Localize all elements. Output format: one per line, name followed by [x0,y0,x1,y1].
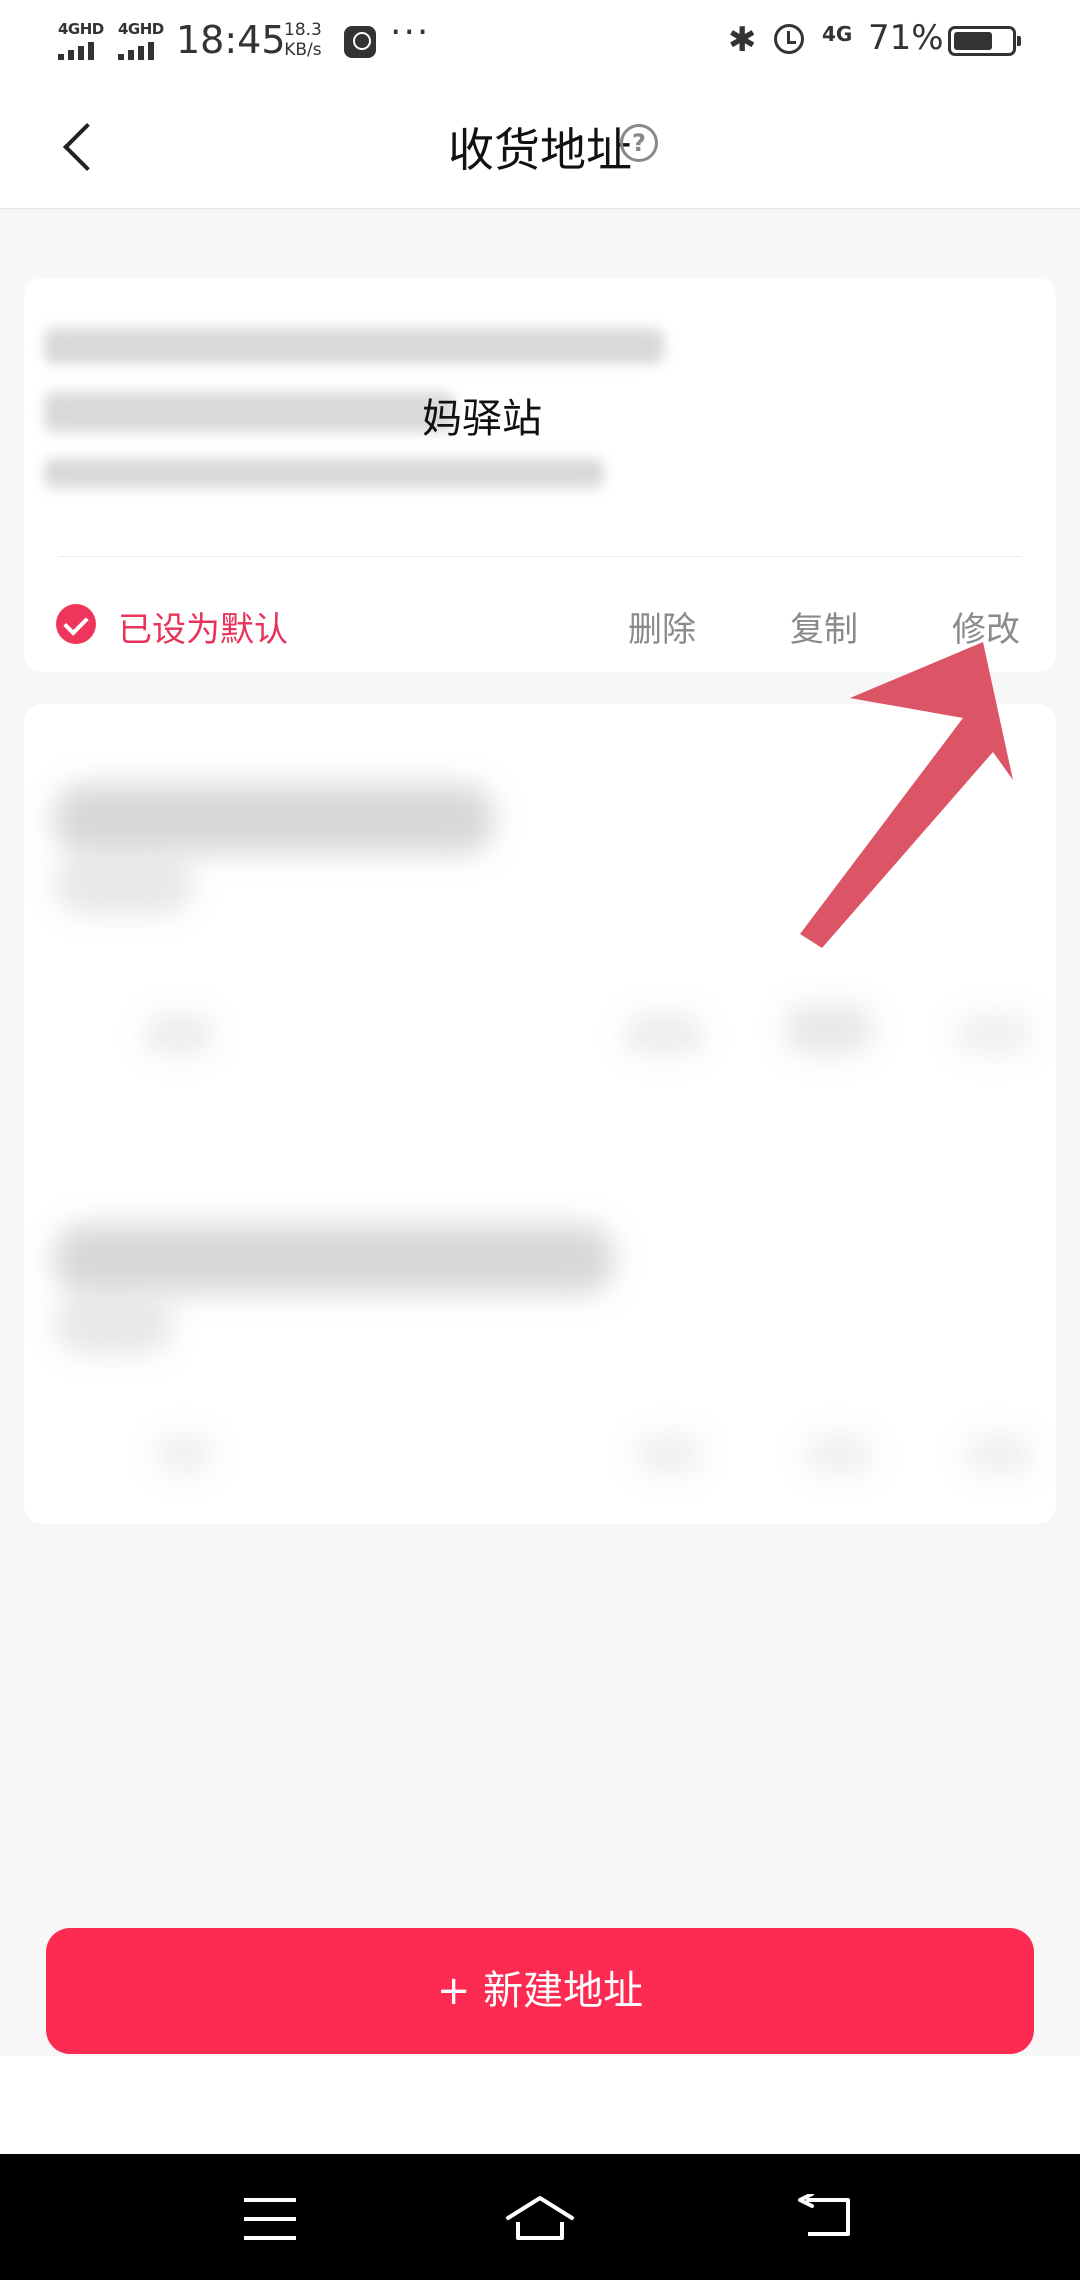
more-notifications-icon: ··· [390,12,431,53]
new-address-button[interactable]: + 新建地址 [46,1928,1034,2054]
blurred-address-card [24,704,1056,1524]
delete-button[interactable]: 删除 [628,602,696,651]
page-title-text: 收货地址 [448,123,632,177]
back-nav-icon[interactable] [796,2194,852,2240]
blurred-block [144,1014,214,1054]
bottom-spacer [0,2056,1080,2154]
blurred-block [784,1004,874,1054]
redacted-address-line-1 [44,328,664,364]
check-icon [56,604,96,644]
blurred-block [54,854,194,914]
edit-button[interactable]: 修改 [952,602,1020,651]
redacted-address-line-2 [44,392,454,432]
page-title: 收货地址 [0,114,1080,180]
battery-fill [954,32,993,50]
network-type: 4G [822,22,853,46]
recent-apps-icon[interactable] [244,2198,296,2240]
copy-button[interactable]: 复制 [790,602,858,651]
blurred-block [624,1014,704,1054]
address-card: 妈驿站 已设为默认 删除 复制 修改 [24,278,1056,672]
card-divider [58,556,1022,557]
default-label: 已设为默认 [118,610,288,650]
speed-value: 18.3 [284,20,322,40]
clock: 18:45 [176,18,286,62]
blurred-block [804,1434,874,1474]
status-bar: 4GHD 4GHD 18:45 18.3 KB/s ··· ✱ 4G 71% [0,0,1080,82]
blurred-block [54,1294,174,1354]
address-line-2-visible: 妈驿站 [422,396,542,442]
blurred-block [964,1434,1034,1474]
battery-icon [948,26,1021,56]
redacted-contact-line [44,458,604,488]
home-icon[interactable] [504,2192,576,2244]
blurred-block [54,784,494,854]
system-nav-bar [0,2154,1080,2280]
blurred-block [154,1434,214,1474]
blurred-block [634,1434,704,1474]
blurred-block [54,1224,614,1294]
bluetooth-icon: ✱ [728,20,757,60]
network-speed: 18.3 KB/s [284,20,322,60]
alarm-icon [774,24,804,54]
video-app-icon [344,26,376,58]
battery-percent: 71% [868,18,944,58]
help-icon[interactable]: ? [620,124,658,162]
blurred-block [954,1014,1034,1054]
speed-unit: KB/s [284,40,322,60]
header: 收货地址 ? [0,82,1080,209]
